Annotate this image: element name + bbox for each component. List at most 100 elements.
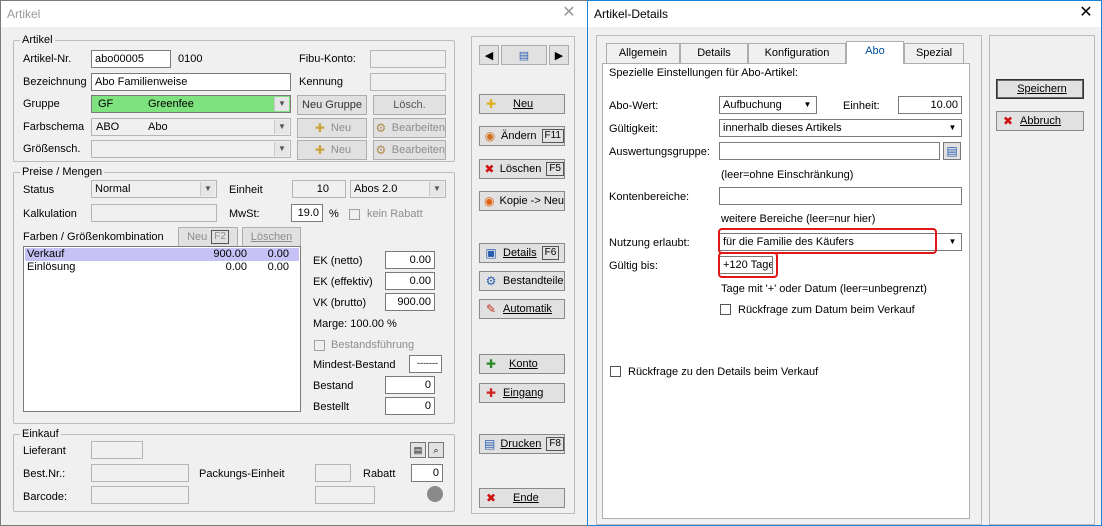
tab-spezial[interactable]: Spezial [904, 43, 964, 63]
variants-list[interactable]: Verkauf 900.00 0.00 Einlösung 0.00 0.00 [23, 246, 301, 412]
vk-brutto-field[interactable]: 900.00 [385, 293, 435, 311]
printer-icon[interactable]: ▤ [943, 142, 961, 160]
kein-rabatt-label: kein Rabatt [367, 208, 423, 220]
rabatt-field[interactable]: 0 [411, 464, 443, 482]
barcode-scan-icon[interactable] [427, 486, 443, 502]
groessensch-neu-button[interactable]: ✚ Neu [297, 140, 367, 160]
list-item[interactable]: Verkauf 900.00 0.00 [25, 248, 299, 261]
details-side-panel [989, 35, 1095, 525]
abbruch-button[interactable]: ✖ Abbruch [996, 111, 1084, 131]
kalkulation-field[interactable] [91, 204, 217, 222]
nutzung-label: Nutzung erlaubt: [609, 237, 690, 249]
chevron-down-icon[interactable]: ▼ [945, 235, 960, 249]
einheit-field[interactable]: 10.00 [898, 96, 962, 114]
chevron-down-icon[interactable]: ▼ [274, 120, 289, 134]
lieferant-field[interactable] [91, 441, 143, 459]
aendern-button[interactable]: ◉ Ändern F11 [479, 126, 565, 146]
einheit-select[interactable]: Abos 2.0 ▼ [350, 180, 446, 198]
bestnr-field[interactable] [91, 464, 189, 482]
close-icon[interactable]: ✕ [1074, 3, 1098, 23]
barcode-field[interactable] [91, 486, 189, 504]
kennung-field[interactable] [370, 73, 446, 91]
neu-gruppe-button[interactable]: Neu Gruppe [297, 95, 367, 115]
prev-button[interactable]: ◀ [479, 45, 499, 65]
auswertung-label: Auswertungsgruppe: [609, 146, 710, 158]
list-item[interactable]: Einlösung 0.00 0.00 [25, 261, 299, 274]
konten-field[interactable] [719, 187, 962, 205]
loeschen-button[interactable]: ✖ Löschen F5 [479, 159, 565, 179]
group-preise-legend: Preise / Mengen [22, 166, 103, 178]
printer-icon[interactable]: ▤ [410, 442, 426, 458]
exit-icon: ✖ [485, 491, 497, 505]
packungs-field[interactable] [315, 464, 351, 482]
auswertung-field[interactable] [719, 142, 940, 160]
artnr-field[interactable]: abo00005 [91, 50, 171, 68]
groessensch-select[interactable]: ▼ [91, 140, 291, 158]
loesch-button[interactable]: Lösch. [373, 95, 446, 115]
farben-loeschen-button[interactable]: Löschen [242, 227, 301, 247]
barcode-extra-field[interactable] [315, 486, 375, 504]
farbschema-select[interactable]: ABO Abo ▼ [91, 118, 291, 136]
mwst-field[interactable]: 19.0 [291, 204, 323, 222]
kein-rabatt-checkbox[interactable] [349, 209, 360, 220]
details-titlebar: Artikel-Details ✕ [588, 1, 1101, 27]
eingang-button[interactable]: ✚ Eingang [479, 383, 565, 403]
kopie-neu-button[interactable]: ◉ Kopie -> Neu [479, 191, 565, 211]
fibu-field[interactable] [370, 50, 446, 68]
speichern-button[interactable]: Speichern [996, 79, 1084, 99]
tab-details[interactable]: Details [680, 43, 748, 63]
farbschema-bearbeiten-button[interactable]: ⚙ Bearbeiten [373, 118, 446, 138]
arrow-left-icon: ◀ [484, 49, 494, 62]
plus-icon: ✚ [314, 121, 325, 135]
artnr-label: Artikel-Nr. [23, 53, 72, 65]
chevron-down-icon[interactable]: ▼ [274, 97, 289, 111]
printer-icon: ▤ [484, 437, 496, 451]
chevron-down-icon[interactable]: ▼ [274, 142, 289, 156]
tab-abo[interactable]: Abo [846, 41, 904, 64]
rueckfrage-datum-checkbox[interactable] [720, 304, 731, 315]
print-list-button[interactable]: ▤ [501, 45, 547, 65]
neu-button[interactable]: ✚ Neu [479, 94, 565, 114]
bezeichnung-field[interactable]: Abo Familienweise [91, 73, 291, 91]
farbschema-neu-button[interactable]: ✚ Neu [297, 118, 367, 138]
ek-netto-field[interactable]: 0.00 [385, 251, 435, 269]
gueltig-bis-label: Gültig bis: [609, 260, 658, 272]
farben-neu-button[interactable]: Neu F2 [178, 227, 238, 247]
ende-button[interactable]: ✖ Ende [479, 488, 565, 508]
ek-effektiv-field[interactable]: 0.00 [385, 272, 435, 290]
vk-brutto-label: VK (brutto) [313, 297, 367, 309]
status-select[interactable]: Normal ▼ [91, 180, 217, 198]
details-button[interactable]: ▣ Details F6 [479, 243, 565, 263]
close-icon[interactable]: ✕ [557, 3, 581, 23]
gruppe-select[interactable]: GF Greenfee ▼ [91, 95, 291, 113]
chevron-down-icon[interactable]: ▼ [429, 182, 444, 196]
arrow-right-icon: ▶ [554, 49, 564, 62]
status-label: Status [23, 184, 55, 196]
rueckfrage-details-checkbox[interactable] [610, 366, 621, 377]
chevron-down-icon[interactable]: ▼ [200, 182, 215, 196]
einheit-qty-field[interactable]: 10 [292, 180, 346, 198]
bestandsfuehrung-checkbox[interactable] [314, 340, 325, 351]
search-icon[interactable]: ⌕ [428, 442, 444, 458]
groessensch-bearbeiten-button[interactable]: ⚙ Bearbeiten [373, 140, 446, 160]
mindest-field[interactable]: ------- [409, 355, 442, 373]
artikel-window: Artikel ✕ Artikel Artikel-Nr. abo00005 0… [0, 0, 588, 526]
tab-konfiguration[interactable]: Konfiguration [748, 43, 846, 63]
group-artikel-legend: Artikel [22, 34, 53, 46]
artnr-suffix: 0100 [178, 53, 203, 65]
bestand-field[interactable]: 0 [385, 376, 435, 394]
konten-label: Kontenbereiche: [609, 191, 690, 203]
next-button[interactable]: ▶ [549, 45, 569, 65]
chevron-down-icon[interactable]: ▼ [945, 121, 960, 135]
konto-button[interactable]: ✚ Konto [479, 354, 565, 374]
automatik-button[interactable]: ✎ Automatik [479, 299, 565, 319]
packungs-label: Packungs-Einheit [199, 468, 285, 480]
gueltigkeit-select[interactable]: innerhalb dieses Artikels ▼ [719, 119, 962, 137]
bestellt-field[interactable]: 0 [385, 397, 435, 415]
gear-icon: ⚙ [375, 121, 387, 135]
drucken-button[interactable]: ▤ Drucken F8 [479, 434, 565, 454]
tab-allgemein[interactable]: Allgemein [606, 43, 680, 63]
bestandteile-button[interactable]: ⚙ Bestandteile [479, 271, 565, 291]
chevron-down-icon[interactable]: ▼ [800, 98, 815, 112]
abowert-select[interactable]: Aufbuchung ▼ [719, 96, 817, 114]
